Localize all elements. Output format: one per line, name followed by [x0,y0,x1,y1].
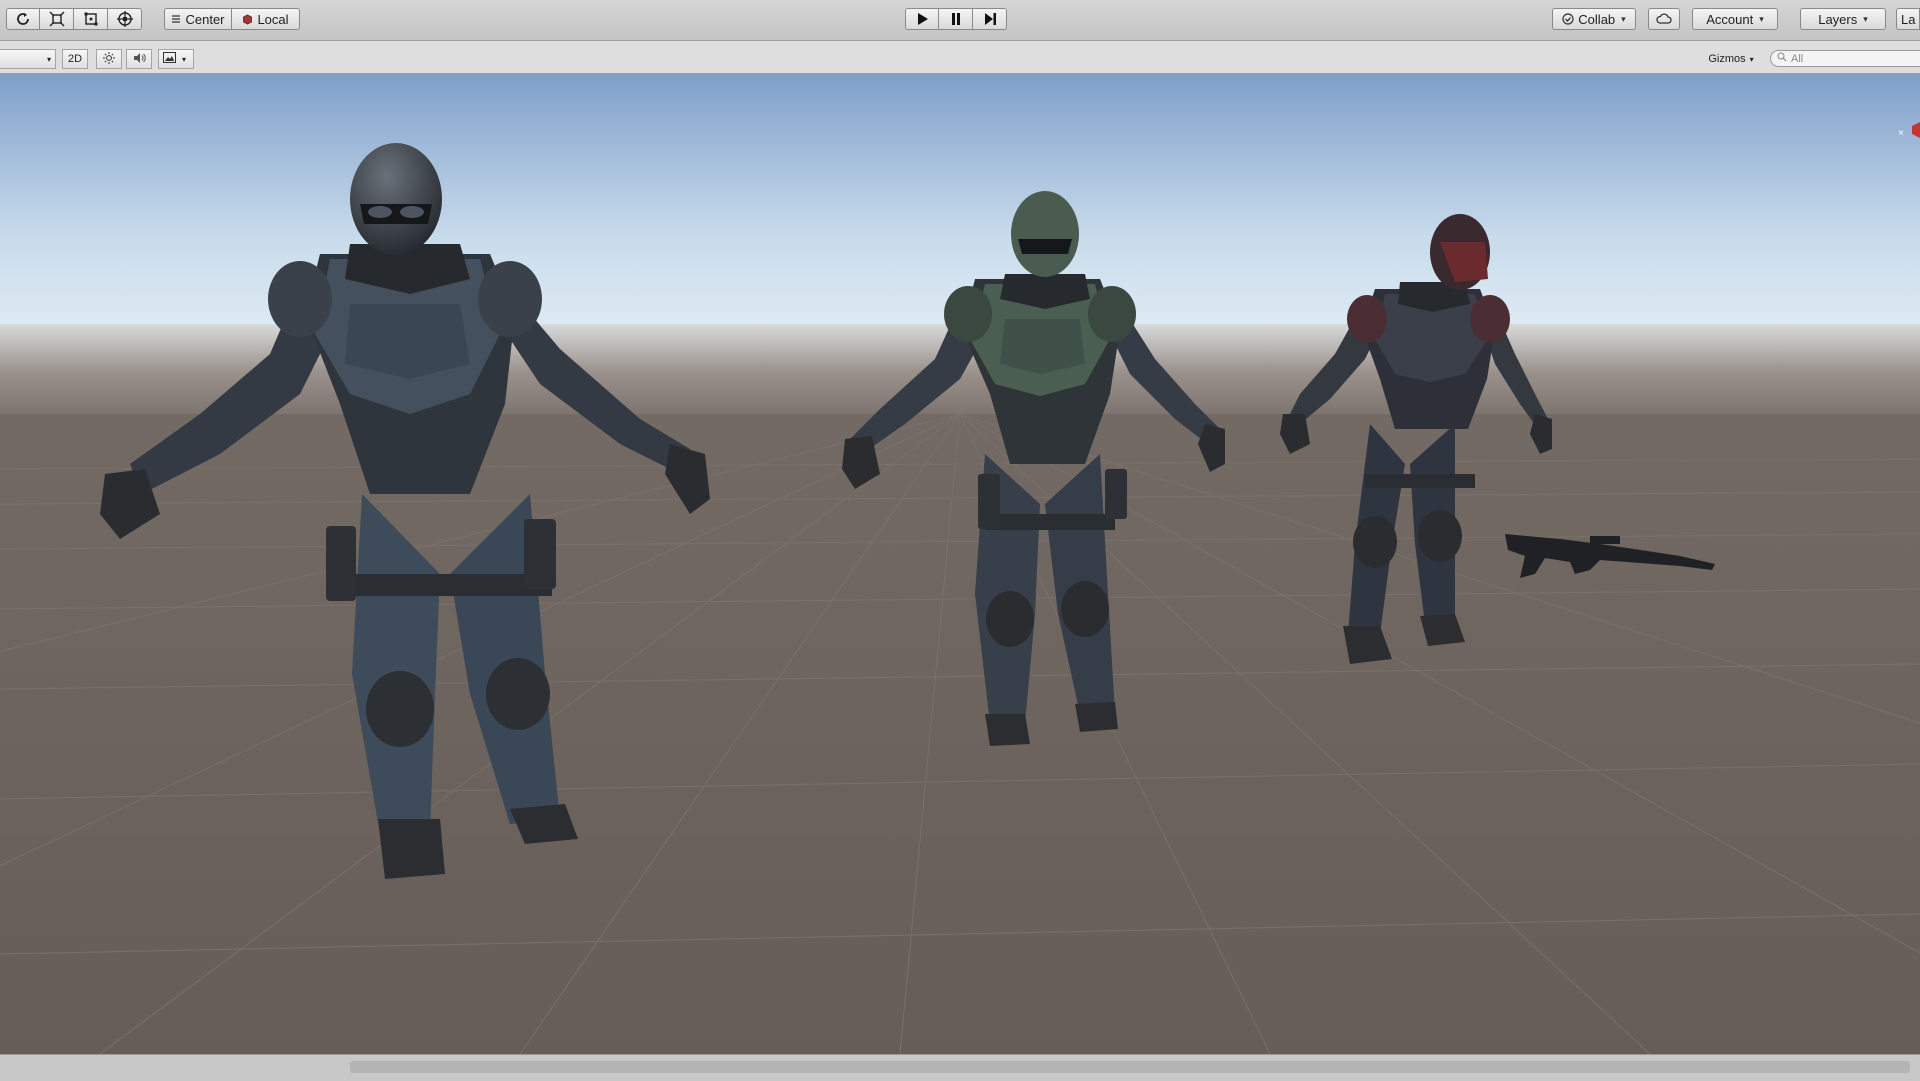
account-dropdown[interactable]: Account ▾ [1692,8,1778,30]
search-placeholder: All [1791,52,1804,65]
audio-toggle[interactable] [126,49,152,69]
pivot-local-button[interactable]: Local [232,8,300,30]
cube-icon [242,14,253,25]
chevron-down-icon: ▾ [1863,13,1868,24]
check-circle-icon [1562,13,1574,25]
scene-search-field[interactable]: All [1770,50,1920,67]
scale-icon [49,11,65,27]
collab-dropdown[interactable]: Collab ▾ [1552,8,1636,30]
play-icon [915,12,929,26]
pivot-center-button[interactable]: Center [164,8,232,30]
collab-group: Collab ▾ [1552,8,1636,32]
account-group: Account ▾ [1692,8,1778,32]
rotate-icon [15,11,31,27]
layout-dropdown[interactable]: La [1896,8,1920,30]
chevron-down-icon: ▾ [182,54,187,64]
cloud-button[interactable] [1648,8,1680,30]
scale-tool-button[interactable] [40,8,74,30]
viewport-bottom-bar [0,1054,1920,1081]
layers-group: Layers ▾ [1800,8,1886,32]
pivot-group: Center Local [164,8,300,32]
chevron-down-icon: ▾ [1621,13,1626,24]
cloud-icon [1656,13,1672,25]
svg-text:×: × [1898,128,1904,139]
speaker-icon [133,52,146,67]
chevron-down-icon: ▾ [1759,13,1764,24]
horizontal-scrollbar[interactable] [350,1061,1910,1073]
image-icon [163,52,176,66]
pivot-center-icon [171,14,181,24]
layers-dropdown[interactable]: Layers ▾ [1800,8,1886,30]
gizmos-dropdown[interactable]: Gizmos ▾ [1700,49,1762,69]
search-icon [1777,52,1787,65]
play-button[interactable] [905,8,939,30]
pause-button[interactable] [939,8,973,30]
rect-transform-icon [83,11,99,27]
scene-toolbar: ▾ 2D ▾ Gizmos ▾ All [0,41,1920,74]
draw-mode-dropdown[interactable]: ▾ [0,49,56,69]
gizmos-label: Gizmos [1708,53,1746,65]
layout-label: La [1901,11,1916,27]
scene-viewport[interactable]: × [0,74,1920,1054]
play-controls [905,8,1007,32]
chevron-down-icon: ▾ [46,54,51,64]
transform-icon [116,10,134,28]
account-label: Account [1706,11,1754,27]
step-icon [983,12,997,26]
step-button[interactable] [973,8,1007,30]
chevron-down-icon: ▾ [1749,54,1754,64]
2d-label: 2D [67,53,83,65]
main-toolbar: Center Local Collab ▾ Account ▾ Layers ▾… [0,0,1920,41]
pivot-local-label: Local [257,11,289,27]
layers-label: Layers [1818,11,1858,27]
cloud-group [1648,8,1680,32]
lighting-toggle[interactable] [96,49,122,69]
scene-canvas[interactable]: × [0,74,1920,1054]
ground-plane [0,414,1920,1054]
transform-tool-group [6,8,142,32]
effects-dropdown[interactable]: ▾ [158,49,194,69]
collab-label: Collab [1578,11,1616,27]
sun-icon [103,51,115,67]
rect-tool-button[interactable] [74,8,108,30]
layout-group: La [1896,8,1920,32]
pause-icon [949,12,963,26]
2d-toggle[interactable]: 2D [62,49,88,69]
rotate-tool-button[interactable] [6,8,40,30]
pivot-center-label: Center [185,11,225,27]
transform-tool-button[interactable] [108,8,142,30]
